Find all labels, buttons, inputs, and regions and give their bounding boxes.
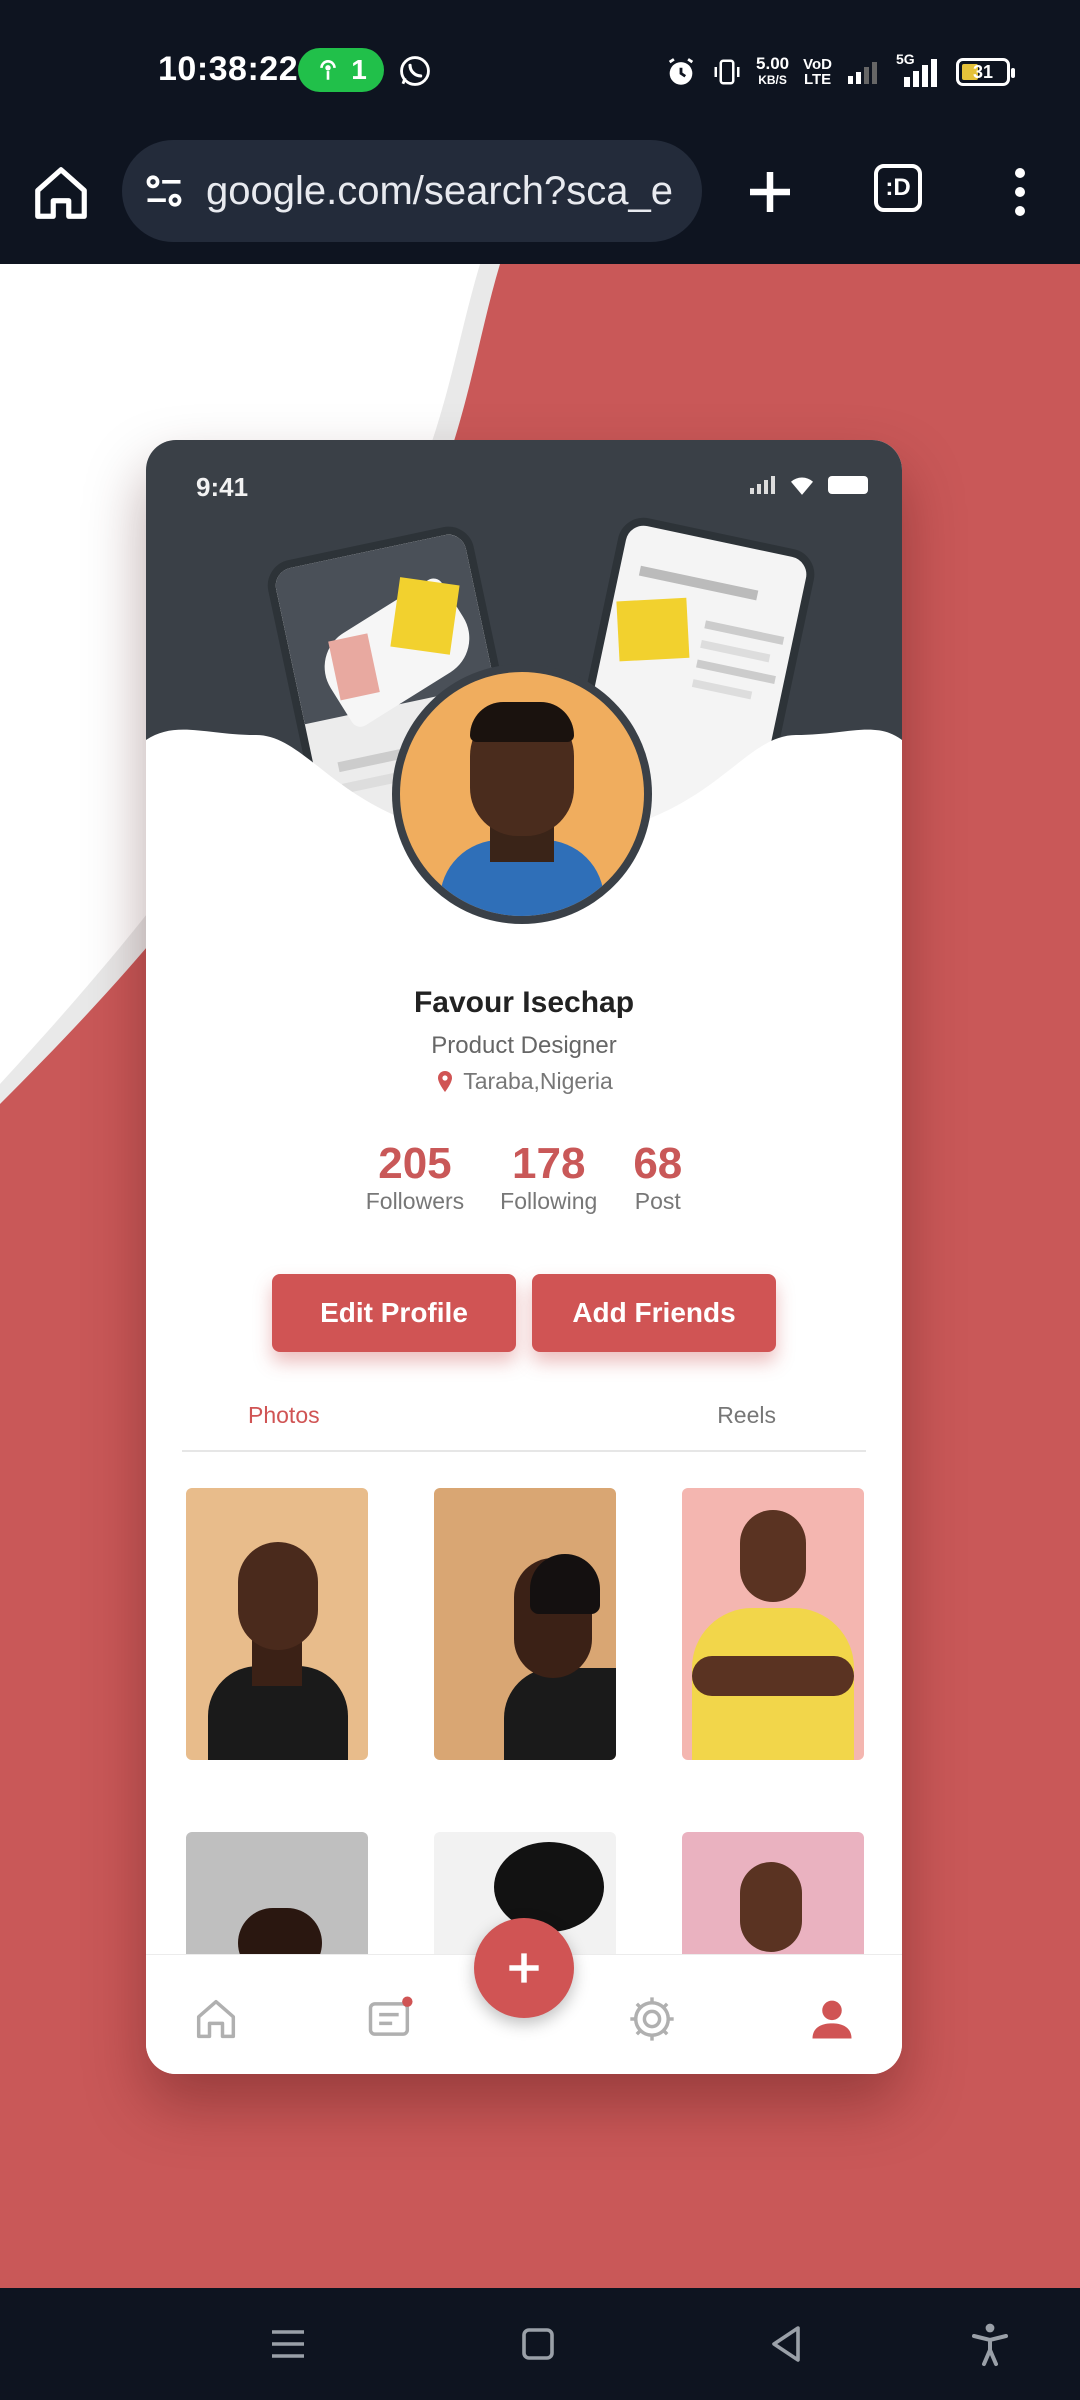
- edit-profile-button[interactable]: Edit Profile: [272, 1274, 516, 1352]
- screen: 10:38:22 1 5.00 KB/S VoD LTE 5G 31 googl…: [0, 0, 1080, 2400]
- whatsapp-icon: [400, 56, 430, 86]
- hotspot-badge: 1: [298, 48, 384, 92]
- avatar[interactable]: [400, 672, 644, 916]
- plus-icon: [509, 1953, 539, 1983]
- stat-label: Followers: [365, 1188, 465, 1214]
- profile-role: Product Designer: [431, 1032, 617, 1059]
- stat-posts[interactable]: 68 Post: [633, 1140, 682, 1215]
- system-navigation-bar: [0, 2288, 1080, 2400]
- photo-thumbnail[interactable]: [186, 1488, 368, 1760]
- tab-reels[interactable]: Reels: [717, 1402, 776, 1429]
- net-speed-value: 5.00: [756, 54, 790, 73]
- mockup-battery-icon: [828, 476, 868, 494]
- battery-level: 31: [972, 61, 994, 82]
- signal-weak-icon: [848, 62, 877, 84]
- photo-thumbnail[interactable]: [682, 1488, 864, 1760]
- address-bar[interactable]: google.com/search?sca_e: [122, 140, 702, 242]
- mockup-status-icons: [748, 474, 868, 496]
- photo-thumbnail[interactable]: [434, 1488, 616, 1760]
- stat-followers[interactable]: 205 Followers: [366, 1140, 464, 1215]
- stat-value: 205: [378, 1139, 452, 1188]
- profile-stats: 205 Followers 178 Following 68 Post: [146, 1140, 902, 1215]
- profile-mockup: 9:41 Favour Isechap Product Designer Tar…: [146, 440, 902, 2074]
- photo-thumbnail[interactable]: [682, 1832, 864, 1956]
- tab-switcher-button[interactable]: :D: [874, 164, 922, 212]
- more-menu-icon[interactable]: [1000, 162, 1040, 222]
- add-post-button[interactable]: [474, 1918, 574, 2018]
- hotspot-icon: [320, 60, 337, 80]
- volte-top: VoD: [803, 56, 832, 73]
- hotspot-count: 1: [351, 54, 367, 85]
- battery-icon: 31: [956, 58, 1015, 86]
- mockup-signal-icon: [750, 476, 775, 494]
- vibrate-icon: [714, 59, 740, 85]
- accessibility-icon[interactable]: [966, 2320, 1014, 2368]
- mockup-wifi-icon: [791, 477, 813, 495]
- status-right: 5.00 KB/S VoD LTE 5G 31: [664, 51, 1015, 92]
- stat-value: 178: [512, 1139, 586, 1188]
- location-text: Taraba,Nigeria: [463, 1068, 613, 1094]
- nav-home-icon[interactable]: [190, 1993, 242, 2045]
- page-content: 9:41 Favour Isechap Product Designer Tar…: [0, 264, 1080, 2288]
- location-pin-icon: [438, 1070, 453, 1092]
- stat-value: 68: [633, 1139, 683, 1188]
- status-bar: 10:38:22 1 5.00 KB/S VoD LTE 5G 31: [0, 0, 1080, 134]
- alarm-icon: [668, 58, 694, 85]
- stat-following[interactable]: 178 Following: [500, 1140, 597, 1215]
- tab-switcher-label: :D: [885, 174, 911, 201]
- status-time: 10:38:22: [158, 50, 299, 88]
- net-speed: 5.00 KB/S: [756, 54, 790, 88]
- signal-strong-icon: [904, 59, 937, 87]
- content-tabs: Photos Reels: [182, 1402, 866, 1452]
- nav-profile-icon[interactable]: [806, 1993, 858, 2045]
- photo-thumbnail[interactable]: [186, 1832, 368, 1956]
- profile-location: Taraba,Nigeria: [146, 1068, 902, 1095]
- home-icon[interactable]: [30, 162, 92, 224]
- nav-settings-icon[interactable]: [626, 1993, 678, 2045]
- recent-apps-icon[interactable]: [264, 2320, 312, 2368]
- net-speed-unit: KB/S: [758, 73, 787, 87]
- browser-toolbar: google.com/search?sca_e :D: [0, 134, 1080, 264]
- avatar-ring: [392, 664, 652, 924]
- home-button-icon[interactable]: [514, 2320, 562, 2368]
- profile-actions: Edit Profile Add Friends: [146, 1274, 902, 1352]
- volte-bottom: LTE: [803, 71, 832, 88]
- nav-chat-icon[interactable]: [364, 1993, 416, 2045]
- tab-photos[interactable]: Photos: [248, 1402, 320, 1429]
- new-tab-icon[interactable]: [740, 162, 800, 222]
- mockup-status-time: 9:41: [196, 472, 249, 502]
- volte-label: VoD LTE: [803, 57, 832, 87]
- signal-5g: 5G: [896, 51, 942, 89]
- profile-name: Favour Isechap: [413, 986, 635, 1019]
- stat-label: Post: [634, 1188, 681, 1214]
- add-friends-button[interactable]: Add Friends: [532, 1274, 776, 1352]
- url-text[interactable]: google.com/search?sca_e: [206, 169, 673, 214]
- stat-label: Following: [500, 1188, 598, 1214]
- site-settings-icon[interactable]: [142, 169, 186, 213]
- back-icon[interactable]: [762, 2320, 810, 2368]
